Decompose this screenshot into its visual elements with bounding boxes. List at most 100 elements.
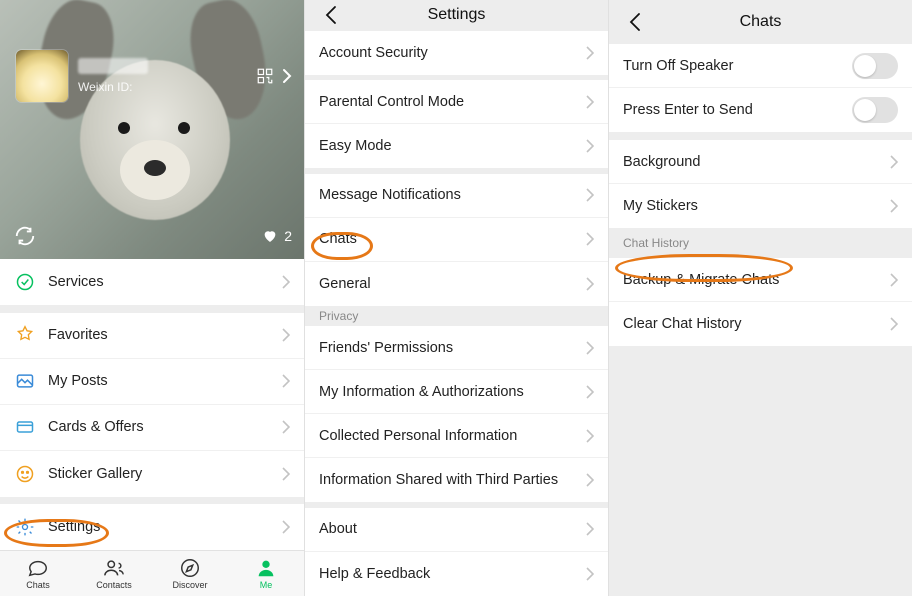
nav-bar: Settings <box>305 0 608 31</box>
chevron-right-icon <box>890 273 898 287</box>
chat-history-section-header: Chat History <box>609 228 912 258</box>
friends-permissions-row[interactable]: Friends' Permissions <box>305 326 608 370</box>
chevron-right-icon <box>890 199 898 213</box>
chevron-right-icon <box>282 420 290 434</box>
my-info-auth-row[interactable]: My Information & Authorizations <box>305 370 608 414</box>
cards-offers-icon <box>14 416 36 438</box>
chevron-right-icon <box>586 95 594 109</box>
row-label: Parental Control Mode <box>319 94 464 110</box>
tab-discover-label: Discover <box>172 580 207 590</box>
row-label: Press Enter to Send <box>623 102 753 118</box>
tab-bar: Chats Contacts Discover Me <box>0 550 304 596</box>
row-label: My Information & Authorizations <box>319 384 524 400</box>
back-button[interactable] <box>313 0 349 31</box>
my-stickers-row[interactable]: My Stickers <box>609 184 912 228</box>
press-enter-send-row[interactable]: Press Enter to Send <box>609 88 912 132</box>
row-label: Background <box>623 154 700 170</box>
cards-offers-row[interactable]: Cards & Offers <box>0 405 304 451</box>
about-row[interactable]: About <box>305 508 608 552</box>
row-label: Collected Personal Information <box>319 428 517 444</box>
sticker-gallery-label: Sticker Gallery <box>48 466 142 482</box>
chevron-right-icon <box>586 341 594 355</box>
row-label: My Stickers <box>623 198 698 214</box>
info-shared-third-row[interactable]: Information Shared with Third Parties <box>305 458 608 502</box>
general-row[interactable]: General <box>305 262 608 306</box>
chevron-right-icon <box>282 374 290 388</box>
hero-background-image <box>0 0 304 259</box>
likes-count: 2 <box>262 228 292 244</box>
chevron-right-icon <box>282 467 290 481</box>
chat-icon <box>27 557 49 579</box>
tab-chats[interactable]: Chats <box>0 551 76 596</box>
tab-contacts[interactable]: Contacts <box>76 551 152 596</box>
profile-name <box>78 58 148 74</box>
row-label: Turn Off Speaker <box>623 58 733 74</box>
my-posts-row[interactable]: My Posts <box>0 359 304 405</box>
back-button[interactable] <box>617 0 653 44</box>
profile-hero: Weixin ID: 2 <box>0 0 304 259</box>
services-icon <box>14 271 36 293</box>
favorites-label: Favorites <box>48 327 108 343</box>
favorites-icon <box>14 324 36 346</box>
chevron-right-icon <box>586 46 594 60</box>
chevron-right-icon <box>586 429 594 443</box>
sticker-gallery-icon <box>14 463 36 485</box>
chevron-right-icon <box>282 68 292 84</box>
help-feedback-row[interactable]: Help & Feedback <box>305 552 608 596</box>
chats-settings-screen: Chats Turn Off Speaker Press Enter to Se… <box>608 0 912 596</box>
privacy-section-header: Privacy <box>305 306 608 327</box>
chevron-right-icon <box>282 275 290 289</box>
account-security-row[interactable]: Account Security <box>305 31 608 75</box>
row-label: Help & Feedback <box>319 566 430 582</box>
chevron-right-icon <box>282 328 290 342</box>
turn-off-speaker-row[interactable]: Turn Off Speaker <box>609 44 912 88</box>
weixin-id-label: Weixin ID: <box>78 80 148 94</box>
settings-row[interactable]: Settings <box>0 504 304 550</box>
my-posts-label: My Posts <box>48 373 108 389</box>
chevron-right-icon <box>890 155 898 169</box>
message-notifications-row[interactable]: Message Notifications <box>305 174 608 218</box>
row-label: Account Security <box>319 45 428 61</box>
nav-bar: Chats <box>609 0 912 44</box>
settings-label: Settings <box>48 519 100 535</box>
tab-discover[interactable]: Discover <box>152 551 228 596</box>
me-screen: Weixin ID: 2 <box>0 0 304 596</box>
row-label: General <box>319 276 371 292</box>
tab-me[interactable]: Me <box>228 551 304 596</box>
gear-icon <box>14 516 36 538</box>
turn-off-speaker-toggle[interactable] <box>852 53 898 79</box>
discover-icon <box>179 557 201 579</box>
easy-mode-row[interactable]: Easy Mode <box>305 124 608 168</box>
chevron-right-icon <box>282 520 290 534</box>
press-enter-send-toggle[interactable] <box>852 97 898 123</box>
chevron-right-icon <box>586 232 594 246</box>
chevron-right-icon <box>586 385 594 399</box>
chevron-right-icon <box>586 277 594 291</box>
row-label: Information Shared with Third Parties <box>319 472 558 488</box>
page-title: Settings <box>428 6 486 24</box>
qr-code-icon[interactable] <box>256 67 274 85</box>
row-label: Clear Chat History <box>623 316 741 332</box>
backup-migrate-row[interactable]: Backup & Migrate Chats <box>609 258 912 302</box>
favorites-row[interactable]: Favorites <box>0 313 304 359</box>
chevron-right-icon <box>890 317 898 331</box>
tab-contacts-label: Contacts <box>96 580 132 590</box>
chevron-right-icon <box>586 473 594 487</box>
tab-me-label: Me <box>260 580 273 590</box>
background-row[interactable]: Background <box>609 140 912 184</box>
my-posts-icon <box>14 370 36 392</box>
row-label: Message Notifications <box>319 187 461 203</box>
refresh-icon[interactable] <box>12 223 38 249</box>
chats-row[interactable]: Chats <box>305 218 608 262</box>
parental-control-row[interactable]: Parental Control Mode <box>305 80 608 124</box>
clear-chat-history-row[interactable]: Clear Chat History <box>609 302 912 346</box>
avatar[interactable] <box>16 50 68 102</box>
cards-offers-label: Cards & Offers <box>48 419 144 435</box>
profile-row[interactable]: Weixin ID: <box>16 50 292 102</box>
collected-personal-info-row[interactable]: Collected Personal Information <box>305 414 608 458</box>
row-label: Chats <box>319 231 357 247</box>
row-label: About <box>319 521 357 537</box>
services-row[interactable]: Services <box>0 259 304 305</box>
sticker-gallery-row[interactable]: Sticker Gallery <box>0 451 304 497</box>
tab-chats-label: Chats <box>26 580 50 590</box>
